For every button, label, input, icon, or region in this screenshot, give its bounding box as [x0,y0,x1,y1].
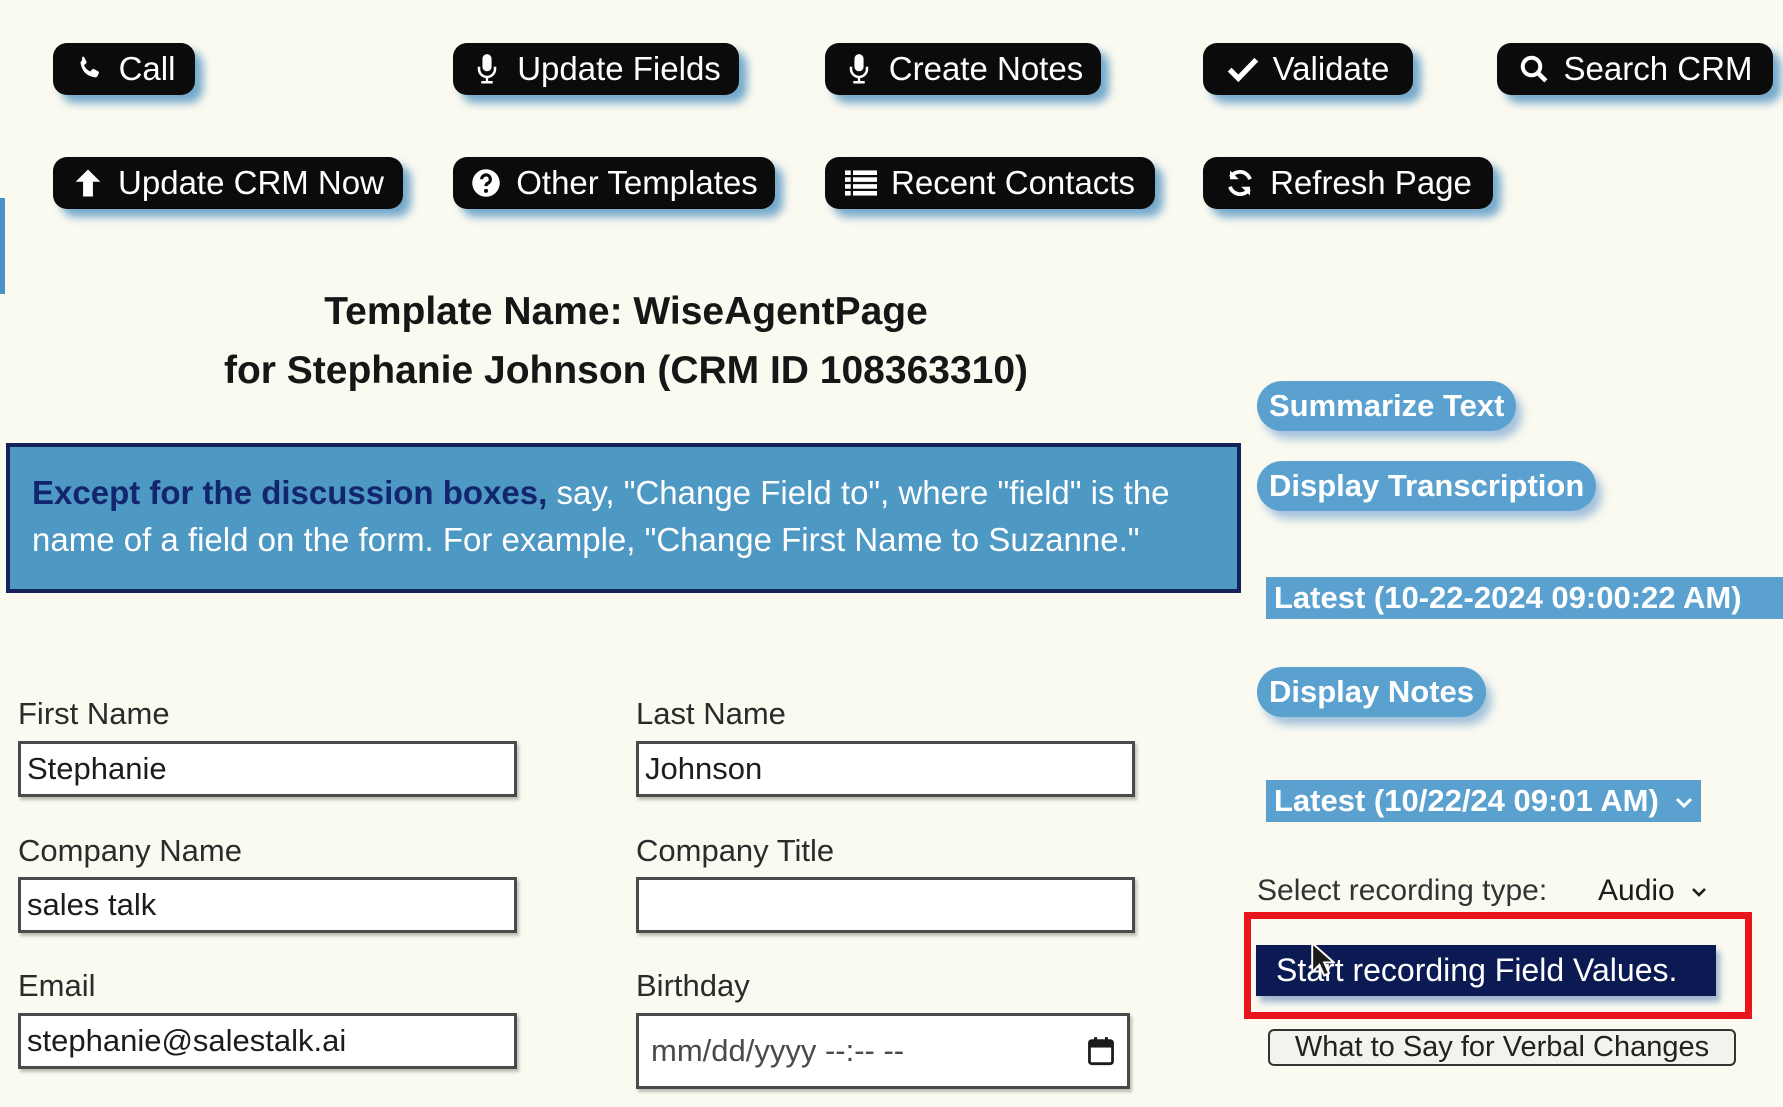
calendar-icon[interactable] [1087,1036,1115,1066]
company-name-label: Company Name [18,833,242,868]
transcription-version-value: Latest (10-22-2024 09:00:22 AM) [1274,580,1742,615]
instruction-lead: Except for the discussion boxes, [32,474,548,511]
call-label: Call [118,50,176,87]
chevron-down-icon [1676,797,1693,808]
last-name-field[interactable] [636,741,1135,797]
arrow-up-icon [72,167,104,199]
search-crm-label: Search CRM [1563,50,1753,87]
search-crm-button[interactable]: Search CRM [1497,43,1773,95]
instruction-box: Except for the discussion boxes, say, "C… [6,443,1241,593]
left-edge-marker [0,198,5,294]
email-field[interactable] [18,1013,517,1069]
last-name-label: Last Name [636,696,786,731]
checkmark-icon [1227,53,1259,85]
call-button[interactable]: Call [53,43,195,95]
refresh-page-label: Refresh Page [1270,164,1472,201]
other-templates-button[interactable]: Other Templates [453,157,775,209]
other-templates-label: Other Templates [516,164,758,201]
notes-version-value: Latest (10/22/24 09:01 AM) [1274,783,1659,818]
microphone-icon [471,53,503,85]
mouse-cursor-icon [1311,942,1335,977]
search-icon [1518,53,1550,85]
company-title-label: Company Title [636,833,835,868]
display-notes-button[interactable]: Display Notes [1257,667,1487,717]
phone-icon [73,53,105,85]
email-label: Email [18,968,96,1003]
transcription-version-select[interactable]: Latest (10-22-2024 09:00:22 AM) [1266,577,1783,619]
update-fields-label: Update Fields [517,50,721,87]
update-crm-now-button[interactable]: Update CRM Now [53,157,403,209]
list-icon [845,167,878,199]
recent-contacts-label: Recent Contacts [891,164,1135,201]
company-name-field[interactable] [18,877,517,933]
notes-version-select[interactable]: Latest (10/22/24 09:01 AM) [1266,780,1702,822]
first-name-label: First Name [18,696,170,731]
first-name-field[interactable] [18,741,517,797]
birthday-field[interactable]: mm/dd/yyyy --:-- -- [636,1013,1130,1089]
verbal-changes-button[interactable]: What to Say for Verbal Changes [1268,1029,1736,1066]
summarize-text-button[interactable]: Summarize Text [1257,381,1517,431]
refresh-icon [1224,167,1256,199]
validate-label: Validate [1272,50,1390,87]
update-fields-button[interactable]: Update Fields [453,43,739,95]
birthday-label: Birthday [636,968,750,1003]
recent-contacts-button[interactable]: Recent Contacts [825,157,1155,209]
validate-button[interactable]: Validate [1203,43,1413,95]
recording-type-label: Select recording type: [1257,874,1548,907]
chevron-down-icon [1692,887,1706,897]
recording-type-value: Audio [1598,874,1675,907]
create-notes-label: Create Notes [888,50,1084,87]
birthday-placeholder: mm/dd/yyyy --:-- -- [651,1033,905,1068]
refresh-page-button[interactable]: Refresh Page [1203,157,1493,209]
question-circle-icon [470,167,502,199]
company-title-field[interactable] [636,877,1135,933]
microphone-icon [843,53,875,85]
contact-heading: for Stephanie Johnson (CRM ID 108363310) [223,349,1029,392]
update-crm-now-label: Update CRM Now [118,164,384,201]
recording-type-select[interactable]: Audio [1598,874,1707,908]
display-transcription-button[interactable]: Display Transcription [1257,461,1597,511]
template-name-heading: Template Name: WiseAgentPage [324,290,928,333]
create-notes-button[interactable]: Create Notes [825,43,1101,95]
